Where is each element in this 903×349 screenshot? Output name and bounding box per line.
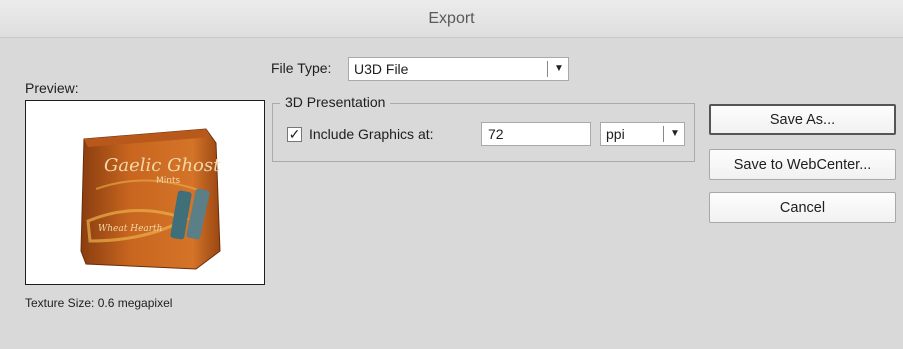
unit-value: ppi xyxy=(606,126,625,142)
save-as-button[interactable]: Save As... xyxy=(709,104,896,135)
unit-select[interactable]: ppi ▼ xyxy=(600,122,685,146)
select-separator xyxy=(663,126,664,142)
brand-text: Gaelic Ghost xyxy=(104,155,221,176)
preview-label: Preview: xyxy=(25,80,79,96)
file-type-label: File Type: xyxy=(271,60,332,76)
include-graphics-checkbox[interactable]: ✓ xyxy=(287,127,302,142)
brand-subtext: Mints xyxy=(156,176,180,186)
file-type-select[interactable]: U3D File ▼ xyxy=(348,57,569,81)
window-title: Export xyxy=(428,9,475,27)
triangle-down-icon: ▼ xyxy=(670,128,680,139)
include-graphics-label[interactable]: Include Graphics at: xyxy=(309,126,434,142)
preview-image: Gaelic Ghost Mints Wheat Hearth xyxy=(80,128,221,270)
title-bar: Export xyxy=(0,0,903,38)
3d-presentation-label: 3D Presentation xyxy=(280,94,391,110)
save-to-webcenter-button[interactable]: Save to WebCenter... xyxy=(709,149,896,180)
resolution-input[interactable]: 72 xyxy=(481,122,591,146)
preview-panel: Gaelic Ghost Mints Wheat Hearth xyxy=(25,100,265,285)
file-type-value: U3D File xyxy=(354,61,409,77)
triangle-down-icon: ▼ xyxy=(554,63,564,74)
cancel-button[interactable]: Cancel xyxy=(709,192,896,223)
bag-bottom-text: Wheat Hearth xyxy=(98,224,162,234)
texture-size-label: Texture Size: 0.6 megapixel xyxy=(25,296,173,310)
select-separator xyxy=(547,61,548,77)
